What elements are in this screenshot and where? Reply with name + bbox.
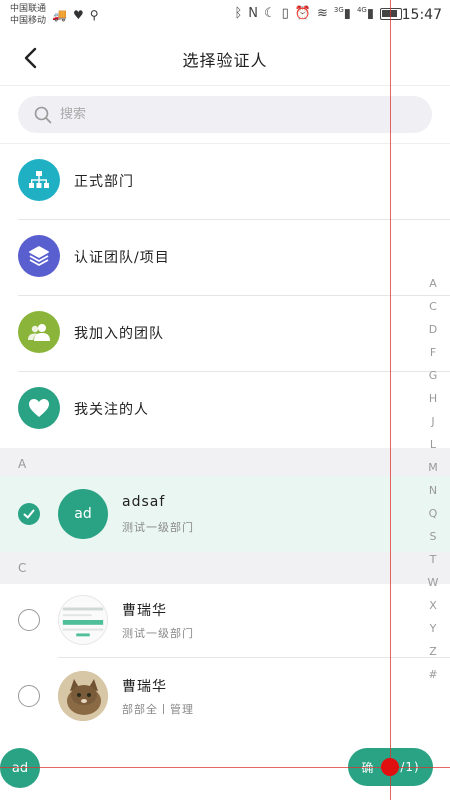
index-letter[interactable]: T: [424, 548, 442, 571]
person-name: 曹瑞华: [122, 679, 167, 695]
alarm-icon: ⏰: [294, 6, 311, 21]
index-letter[interactable]: D: [424, 318, 442, 341]
category-formal-department[interactable]: 正式部门: [0, 144, 450, 220]
category-followed-people[interactable]: 我关注的人: [0, 372, 450, 448]
search-icon: [34, 106, 52, 123]
alphabet-index[interactable]: A C D F G H J L M N Q S T W X Y Z #: [424, 272, 442, 686]
category-label: 正式部门: [74, 174, 134, 190]
index-letter[interactable]: W: [424, 571, 442, 594]
category-certified-team[interactable]: 认证团队/项目: [0, 220, 450, 296]
carrier-1: 中国联通: [10, 4, 47, 14]
carrier-info: 中国联通 中国移动: [10, 3, 46, 27]
index-letter[interactable]: H: [424, 387, 442, 410]
avatar: [58, 595, 108, 645]
avatar-screenshot-image: [59, 596, 107, 644]
person-row[interactable]: 曹瑞华 部部全丨管理: [0, 658, 450, 734]
category-label: 我加入的团队: [74, 326, 164, 342]
battery-icon: [380, 8, 402, 20]
index-letter[interactable]: Q: [424, 502, 442, 525]
page-title: 选择验证人: [182, 51, 268, 70]
clock: 15:47: [401, 7, 442, 23]
app-header: 选择验证人: [0, 30, 450, 86]
index-letter[interactable]: A: [424, 272, 442, 295]
index-letter[interactable]: G: [424, 364, 442, 387]
cat-photo-image: [58, 671, 108, 721]
wifi-icon: ≋: [317, 6, 328, 21]
index-letter[interactable]: Z: [424, 640, 442, 663]
status-bar: 中国联通 中国移动 🚚 ♥ ⚲ ᛒ N ☾ ▯ ⏰ ≋ 3G▮ 4G▮ 15:4…: [0, 0, 450, 30]
avatar: ad: [58, 489, 108, 539]
check-icon: [23, 509, 35, 519]
usb-icon: ⚲: [89, 8, 99, 22]
checkbox-unchecked[interactable]: [18, 685, 40, 707]
index-letter[interactable]: F: [424, 341, 442, 364]
person-row[interactable]: ad adsaf 测试一级部门: [0, 476, 450, 552]
index-letter[interactable]: Y: [424, 617, 442, 640]
heart-icon: [18, 387, 60, 429]
category-label: 认证团队/项目: [74, 250, 170, 266]
selected-person-chip[interactable]: ad: [0, 748, 40, 788]
person-name: adsaf: [122, 494, 166, 510]
carrier-2: 中国移动: [10, 16, 47, 26]
index-letter[interactable]: C: [424, 295, 442, 318]
search-box[interactable]: [18, 96, 432, 133]
bluetooth-icon: ᛒ: [234, 6, 243, 21]
network-type-2: 4G: [356, 6, 367, 14]
nfc-icon: N: [248, 6, 258, 21]
section-header-c: C: [0, 552, 450, 584]
checkbox-checked[interactable]: [18, 503, 40, 525]
layers-icon: [18, 235, 60, 277]
person-department: 部部全丨管理: [122, 703, 194, 716]
category-label: 我关注的人: [74, 402, 149, 418]
notification-icons: 🚚 ♥ ⚲: [52, 8, 99, 22]
moon-icon: ☾: [264, 6, 276, 21]
truck-icon: 🚚: [52, 8, 67, 22]
search-bar: [0, 86, 450, 144]
index-letter[interactable]: M: [424, 456, 442, 479]
network-type-1: 3G: [333, 6, 344, 14]
person-row[interactable]: 曹瑞华 测试一级部门: [0, 582, 450, 658]
person-department: 测试一级部门: [122, 627, 194, 640]
crosshair-vertical-line: [390, 0, 391, 800]
system-icons: ᛒ N ☾ ▯ ⏰ ≋ 3G▮ 4G▮: [234, 6, 402, 21]
index-letter[interactable]: X: [424, 594, 442, 617]
checkbox-unchecked[interactable]: [18, 609, 40, 631]
index-letter[interactable]: #: [424, 663, 442, 686]
vibrate-icon: ▯: [281, 6, 289, 21]
signal-1-icon: 3G▮: [333, 6, 351, 22]
heart-rate-icon: ♥: [72, 8, 84, 22]
index-letter[interactable]: L: [424, 433, 442, 456]
category-joined-teams[interactable]: 我加入的团队: [0, 296, 450, 372]
avatar: [58, 671, 108, 721]
index-letter[interactable]: S: [424, 525, 442, 548]
org-chart-icon: [18, 159, 60, 201]
index-letter[interactable]: N: [424, 479, 442, 502]
person-name: 曹瑞华: [122, 603, 167, 619]
index-letter[interactable]: J: [424, 410, 442, 433]
person-department: 测试一级部门: [122, 521, 194, 534]
group-icon: [18, 311, 60, 353]
signal-2-icon: 4G▮: [356, 6, 374, 22]
search-input[interactable]: [60, 107, 360, 122]
touch-cursor-dot: [381, 758, 399, 776]
